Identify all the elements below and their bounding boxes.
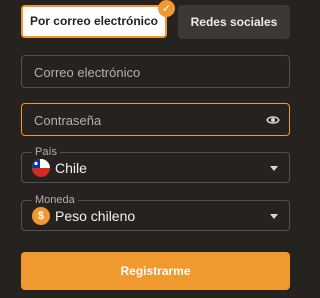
chevron-down-icon [270, 214, 278, 219]
password-placeholder: Contraseña [34, 113, 102, 128]
currency-value: Peso chileno [55, 208, 136, 224]
register-button[interactable]: Registrarme [21, 252, 290, 290]
email-placeholder: Correo electrónico [34, 65, 141, 80]
currency-coin-icon: $ [32, 207, 50, 225]
check-icon: ✓ [158, 0, 175, 17]
currency-label: Moneda [32, 194, 78, 206]
password-field[interactable]: Contraseña [21, 103, 290, 136]
tab-email[interactable]: Por correo electrónico [21, 5, 167, 38]
eye-icon[interactable] [266, 114, 280, 126]
tab-social-networks[interactable]: Redes sociales [178, 5, 290, 39]
currency-select[interactable]: Moneda $ Peso chileno [21, 194, 290, 231]
country-select[interactable]: País Chile [21, 146, 290, 183]
country-value: Chile [55, 160, 87, 176]
chile-flag-icon [32, 159, 50, 177]
email-field[interactable]: Correo electrónico [21, 55, 290, 88]
country-label: País [32, 146, 61, 158]
chevron-down-icon [270, 166, 278, 171]
